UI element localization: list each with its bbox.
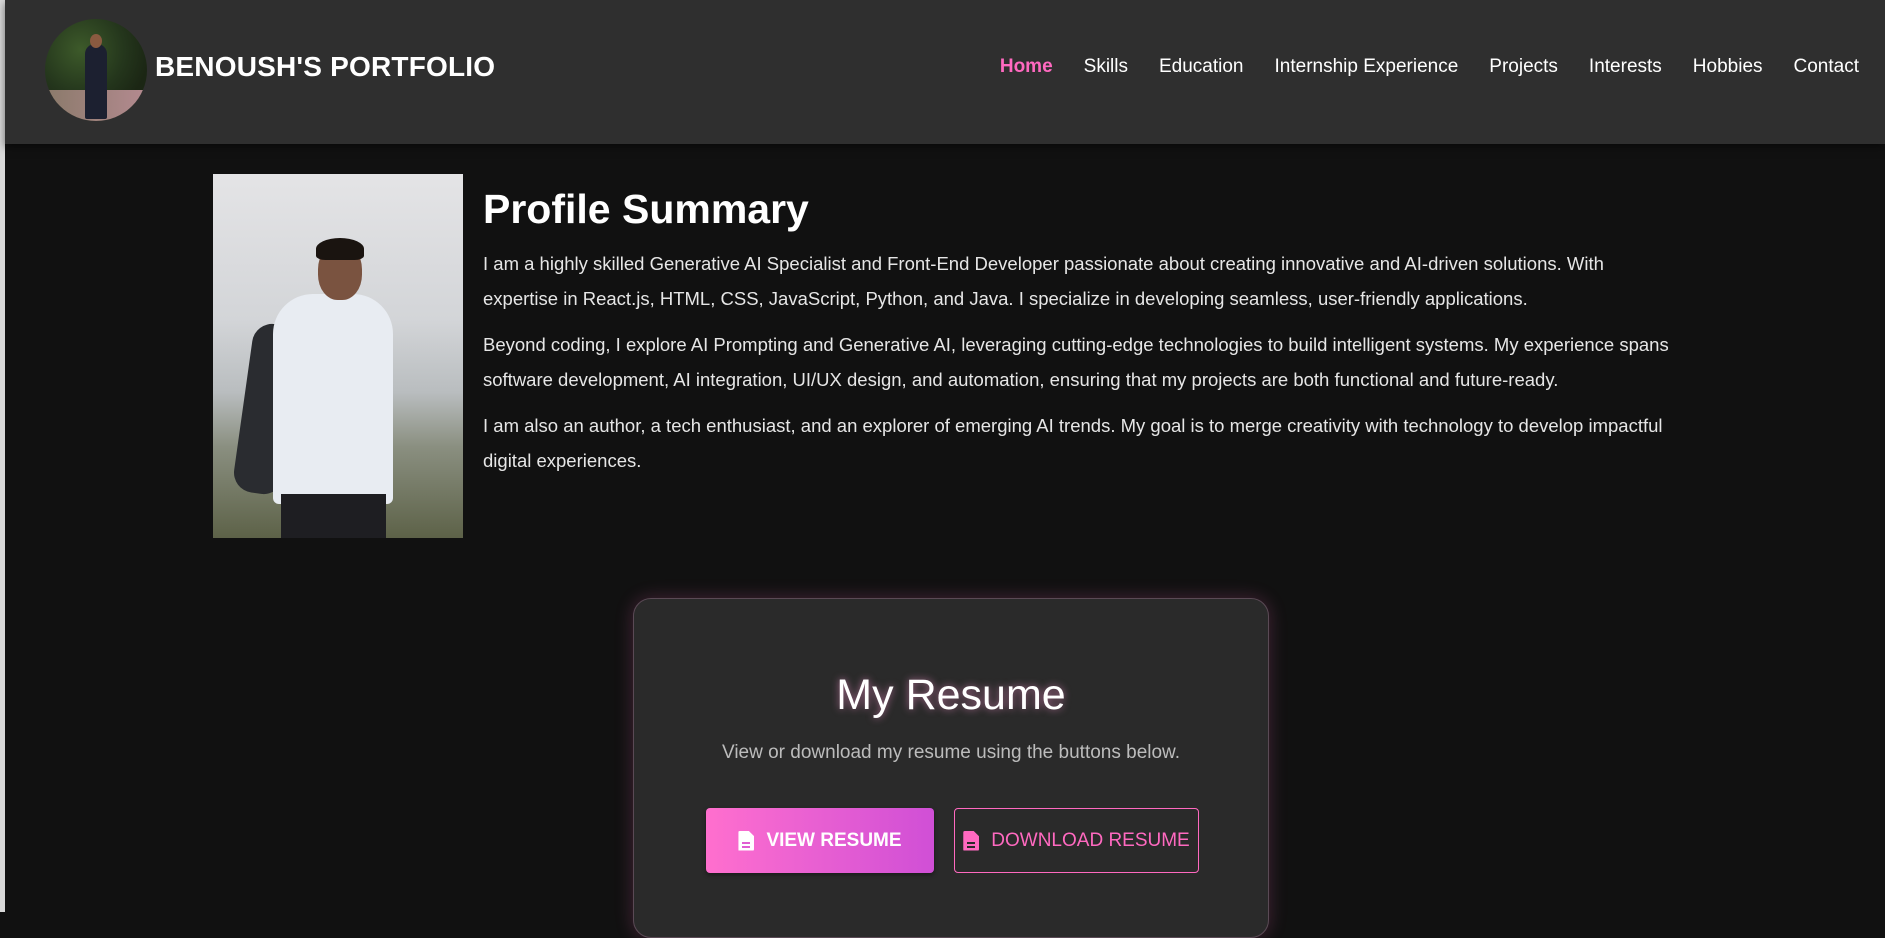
profile-avatar[interactable] bbox=[45, 19, 147, 121]
site-brand[interactable]: BENOUSH'S PORTFOLIO bbox=[155, 51, 495, 83]
nav-education[interactable]: Education bbox=[1159, 56, 1244, 78]
resume-card: My Resume View or download my resume usi… bbox=[633, 598, 1269, 938]
nav-hobbies[interactable]: Hobbies bbox=[1693, 56, 1763, 78]
summary-paragraph: Beyond coding, I explore AI Prompting an… bbox=[483, 334, 1669, 390]
view-resume-label: VIEW RESUME bbox=[766, 829, 902, 851]
nav-contact[interactable]: Contact bbox=[1794, 56, 1859, 78]
document-icon bbox=[738, 830, 755, 851]
nav-internship-experience[interactable]: Internship Experience bbox=[1275, 56, 1459, 78]
nav-skills[interactable]: Skills bbox=[1084, 56, 1128, 78]
profile-summary: Profile Summary I am a highly skilled Ge… bbox=[483, 186, 1683, 490]
resume-title: My Resume bbox=[836, 671, 1066, 719]
nav-home[interactable]: Home bbox=[1000, 56, 1053, 78]
profile-photo bbox=[213, 174, 463, 538]
summary-paragraph: I am a highly skilled Generative AI Spec… bbox=[483, 253, 1604, 309]
main-nav: Home Skills Education Internship Experie… bbox=[1000, 56, 1859, 78]
download-resume-label: DOWNLOAD RESUME bbox=[991, 829, 1190, 851]
download-resume-button[interactable]: DOWNLOAD RESUME bbox=[954, 808, 1199, 873]
nav-interests[interactable]: Interests bbox=[1589, 56, 1662, 78]
profile-summary-title: Profile Summary bbox=[483, 186, 809, 232]
summary-paragraph: I am also an author, a tech enthusiast, … bbox=[483, 415, 1663, 471]
document-icon bbox=[963, 830, 980, 851]
site-header: BENOUSH'S PORTFOLIO Home Skills Educatio… bbox=[5, 0, 1885, 144]
nav-projects[interactable]: Projects bbox=[1489, 56, 1558, 78]
resume-subtitle: View or download my resume using the but… bbox=[721, 742, 1181, 763]
view-resume-button[interactable]: VIEW RESUME bbox=[706, 808, 934, 873]
